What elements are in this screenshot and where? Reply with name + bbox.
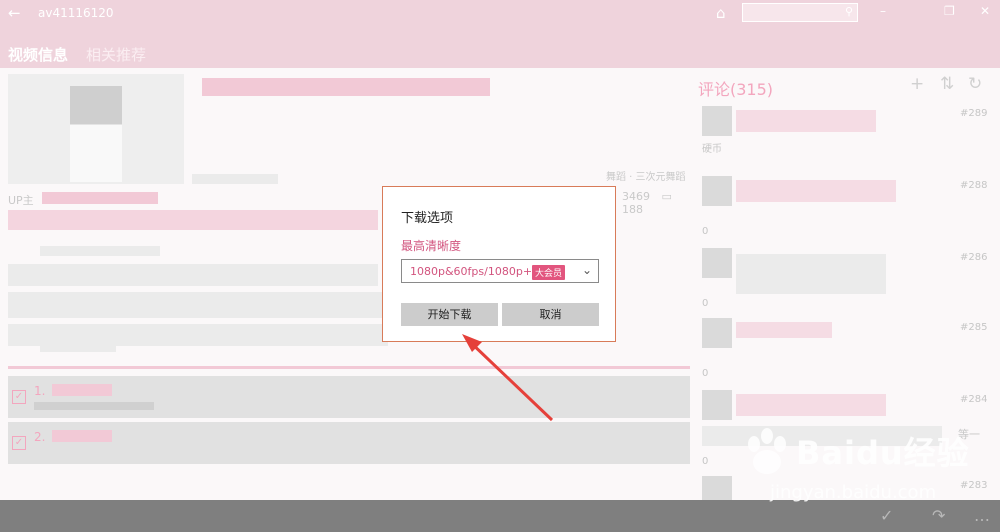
watermark-brand: Baidu经验 [796, 434, 970, 472]
baidu-watermark: Baidu经验 jingyan.baidu.com [742, 424, 992, 514]
watermark-url: jingyan.baidu.com [770, 482, 937, 503]
paw-icon [748, 428, 786, 474]
